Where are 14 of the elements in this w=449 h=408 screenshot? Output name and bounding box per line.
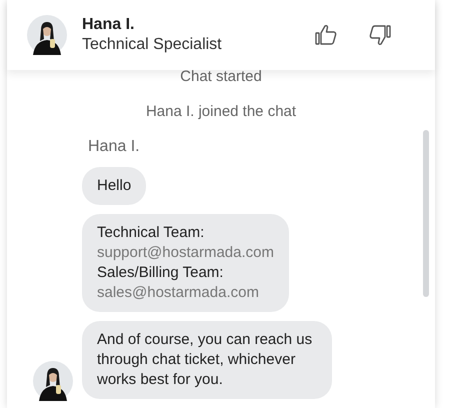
- message-text: Sales/Billing Team:: [97, 263, 224, 283]
- sender-name: Hana I.: [88, 137, 140, 157]
- message-text: And of course, you can reach us through chat ticket, whichever works best for you.: [97, 330, 314, 390]
- agent-role: Technical Specialist: [82, 35, 222, 55]
- chat-event: Hana I. joined the chat: [146, 102, 296, 122]
- message-text: Technical Team:: [97, 223, 206, 243]
- avatar: [33, 361, 73, 401]
- email-link[interactable]: sales@hostarmada.com: [97, 283, 274, 303]
- message-text: Hello: [97, 176, 132, 196]
- agent-name: Hana I.: [82, 15, 136, 35]
- avatar: [27, 15, 67, 55]
- chat-event: Chat started: [180, 70, 262, 87]
- scrollbar[interactable]: [423, 130, 429, 297]
- email-link[interactable]: support@hostarmada.com: [97, 243, 274, 263]
